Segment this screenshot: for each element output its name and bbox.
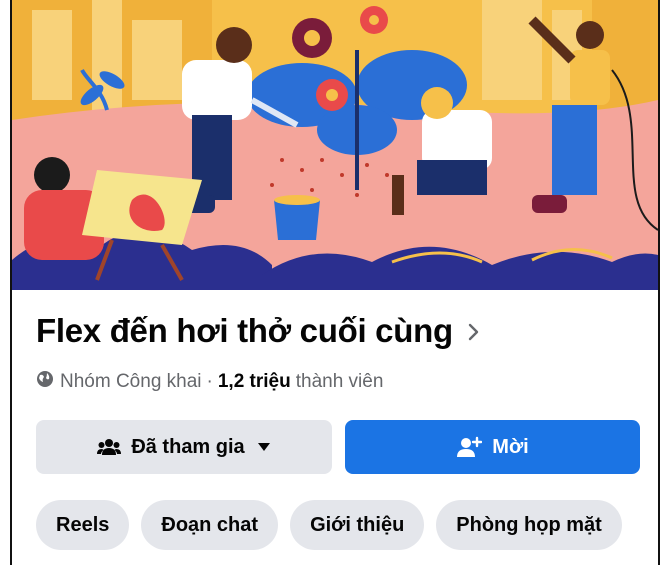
add-person-icon bbox=[456, 436, 483, 458]
chevron-right-icon[interactable] bbox=[467, 322, 481, 347]
invite-label: Mời bbox=[492, 435, 529, 458]
caret-down-icon bbox=[257, 442, 271, 452]
group-cover-photo[interactable] bbox=[12, 0, 658, 290]
invite-button[interactable]: Mời bbox=[345, 420, 640, 474]
group-title-row[interactable]: Flex đến hơi thở cuối cùng bbox=[36, 312, 481, 350]
globe-icon bbox=[36, 370, 54, 394]
group-members-icon bbox=[97, 437, 122, 457]
member-label: thành viên bbox=[295, 371, 384, 392]
privacy-label: Nhóm Công khai bbox=[60, 371, 202, 392]
tab-chats[interactable]: Đoạn chat bbox=[141, 500, 279, 550]
group-name: Flex đến hơi thở cuối cùng bbox=[36, 312, 453, 349]
tab-about[interactable]: Giới thiệu bbox=[290, 500, 425, 550]
group-meta: Nhóm Công khai · 1,2 triệu thành viên bbox=[36, 370, 383, 394]
tab-rooms[interactable]: Phòng họp mặt bbox=[436, 500, 622, 550]
member-count[interactable]: 1,2 triệu bbox=[218, 371, 291, 393]
tab-reels[interactable]: Reels bbox=[36, 500, 130, 550]
joined-label: Đã tham gia bbox=[131, 435, 245, 458]
group-tabs: Reels Đoạn chat Giới thiệu Phòng họp mặt bbox=[36, 500, 622, 550]
group-page: Flex đến hơi thở cuối cùng Nhóm Công kha… bbox=[10, 0, 660, 565]
cover-illustration bbox=[12, 0, 658, 290]
meta-separator: · bbox=[206, 371, 213, 392]
joined-button[interactable]: Đã tham gia bbox=[36, 420, 332, 474]
